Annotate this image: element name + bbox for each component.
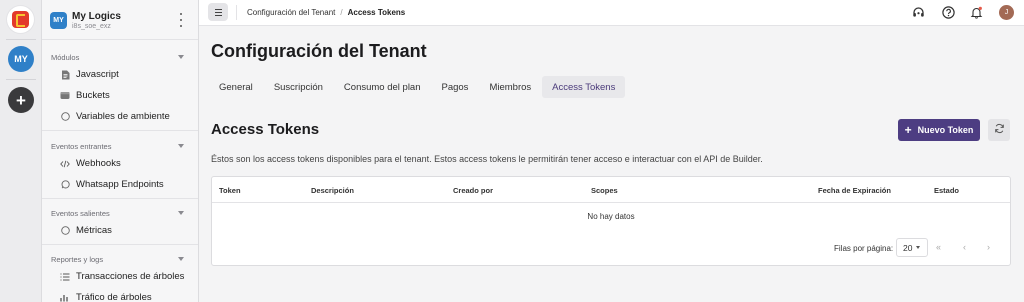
breadcrumb: Configuración del Tenant / Access Tokens xyxy=(247,8,405,17)
sidebar-item-webhooks[interactable]: Webhooks xyxy=(42,153,198,174)
workspace-name: My Logics xyxy=(72,11,121,22)
sidebar-item-transacciones[interactable]: Transacciones de árboles xyxy=(42,266,198,287)
column-header-fecha-expiracion[interactable]: Fecha de Expiración xyxy=(818,186,891,195)
breadcrumb-separator: / xyxy=(340,8,343,17)
sidebar-section-reportes: Reportes y logs Transacciones de árboles… xyxy=(42,252,198,302)
chart-icon xyxy=(60,293,70,302)
column-header-token[interactable]: Token xyxy=(219,186,241,195)
sidebar-item-label: Variables de ambiente xyxy=(76,111,170,122)
tab-bar: General Suscripción Consumo del plan Pag… xyxy=(209,76,626,98)
sidebar-item-label: Whatsapp Endpoints xyxy=(76,179,164,190)
user-avatar[interactable]: J xyxy=(999,5,1014,20)
bucket-icon xyxy=(60,91,70,101)
new-token-label: Nuevo Token xyxy=(917,125,974,135)
sidebar-section-eventos-entrantes: Eventos entrantes Webhooks Whatsapp Endp… xyxy=(42,139,198,201)
tab-miembros[interactable]: Miembros xyxy=(479,76,541,98)
section-title: Módulos xyxy=(51,52,80,62)
bell-icon[interactable] xyxy=(970,6,983,19)
section-title: Eventos entrantes xyxy=(51,141,112,151)
breadcrumb-current: Access Tokens xyxy=(347,8,406,17)
tab-general[interactable]: General xyxy=(209,76,263,98)
sidebar-section-header[interactable]: Módulos xyxy=(42,50,198,64)
whatsapp-icon xyxy=(60,180,70,190)
chevron-down-icon xyxy=(178,144,184,148)
workspace-header[interactable]: MY My Logics i8s_soe_exz xyxy=(42,0,198,40)
chevron-down-icon xyxy=(178,211,184,215)
refresh-icon xyxy=(994,123,1005,137)
sidebar-item-trafico[interactable]: Tráfico de árboles xyxy=(42,287,198,302)
section-title: Reportes y logs xyxy=(51,254,104,264)
rows-per-page-value: 20 xyxy=(903,242,913,253)
column-header-creado-por[interactable]: Creado por xyxy=(453,186,493,195)
plus-icon: + xyxy=(904,123,912,137)
breadcrumb-parent[interactable]: Configuración del Tenant xyxy=(247,8,335,17)
support-headset-icon[interactable] xyxy=(912,6,925,19)
tab-pagos[interactable]: Pagos xyxy=(432,76,479,98)
add-workspace-button[interactable]: + xyxy=(8,87,34,113)
chevron-down-icon xyxy=(178,257,184,261)
sidebar-item-label: Métricas xyxy=(76,225,112,236)
first-page-icon[interactable]: « xyxy=(936,242,941,252)
rail-divider xyxy=(6,79,36,80)
sidebar-item-label: Buckets xyxy=(76,90,110,101)
file-icon xyxy=(60,70,70,80)
page-title: Configuración del Tenant xyxy=(211,41,427,61)
refresh-button[interactable] xyxy=(988,119,1010,141)
sidebar-section-header[interactable]: Reportes y logs xyxy=(42,252,198,266)
column-header-scopes[interactable]: Scopes xyxy=(591,186,618,195)
rows-per-page-label: Filas por página: xyxy=(834,244,894,253)
rail-workspace-avatar[interactable]: MY xyxy=(8,46,34,72)
help-icon[interactable] xyxy=(942,6,955,19)
column-header-descripcion[interactable]: Descripción xyxy=(311,186,354,195)
sidebar-item-metricas[interactable]: Métricas xyxy=(42,220,198,241)
sidebar-item-label: Javascript xyxy=(76,69,119,80)
sidebar-section-header[interactable]: Eventos entrantes xyxy=(42,139,198,153)
previous-page-icon[interactable]: ‹ xyxy=(963,242,966,252)
table-pagination: Filas por página: 20 « ‹ › xyxy=(212,235,1010,261)
sidebar-section-header[interactable]: Eventos salientes xyxy=(42,206,198,220)
table-header: Token Descripción Creado por Scopes Fech… xyxy=(212,177,1010,203)
tab-consumo-del-plan[interactable]: Consumo del plan xyxy=(334,76,431,98)
list-icon xyxy=(60,272,70,282)
hamburger-menu-icon[interactable] xyxy=(208,3,228,21)
new-token-button[interactable]: + Nuevo Token xyxy=(898,119,980,141)
column-header-estado[interactable]: Estado xyxy=(934,186,959,195)
sidebar-item-variables[interactable]: Variables de ambiente xyxy=(42,106,198,127)
main-content: Configuración del Tenant General Suscrip… xyxy=(199,26,1024,302)
sidebar-item-buckets[interactable]: Buckets xyxy=(42,85,198,106)
workspace-avatar: MY xyxy=(50,12,67,29)
sidebar-item-label: Webhooks xyxy=(76,158,121,169)
tab-access-tokens[interactable]: Access Tokens xyxy=(542,76,626,98)
sidebar-item-label: Tráfico de árboles xyxy=(76,292,152,302)
sidebar-section-modulos: Módulos Javascript Buckets Variables de … xyxy=(42,50,198,133)
sidebar-item-javascript[interactable]: Javascript xyxy=(42,64,198,85)
divider xyxy=(42,198,198,199)
sidebar: MY My Logics i8s_soe_exz Módulos Javascr… xyxy=(42,0,199,302)
kebab-menu-icon[interactable] xyxy=(179,13,183,27)
chevron-down-icon xyxy=(916,246,921,249)
divider xyxy=(42,130,198,131)
empty-state: No hay datos xyxy=(587,211,635,221)
divider xyxy=(42,244,198,245)
circle-icon xyxy=(60,112,70,122)
tab-suscripcion[interactable]: Suscripción xyxy=(264,76,333,98)
rail-divider xyxy=(6,39,36,40)
workspace-id: i8s_soe_exz xyxy=(72,23,111,30)
rows-per-page-select[interactable]: 20 xyxy=(896,238,928,257)
sidebar-section-eventos-salientes: Eventos salientes Métricas xyxy=(42,206,198,247)
divider xyxy=(236,5,237,20)
app-rail: MY + xyxy=(0,0,42,302)
circle-icon xyxy=(60,226,70,236)
sidebar-item-label: Transacciones de árboles xyxy=(76,271,185,282)
code-icon xyxy=(60,159,70,169)
tokens-table: Token Descripción Creado por Scopes Fech… xyxy=(211,176,1011,266)
sidebar-item-whatsapp-endpoints[interactable]: Whatsapp Endpoints xyxy=(42,174,198,195)
chevron-down-icon xyxy=(178,55,184,59)
next-page-icon[interactable]: › xyxy=(987,242,990,252)
section-title: Eventos salientes xyxy=(51,208,110,218)
top-bar: Configuración del Tenant / Access Tokens J xyxy=(199,0,1024,26)
app-logo[interactable] xyxy=(7,6,34,33)
section-description: Éstos son los access tokens disponibles … xyxy=(211,154,763,164)
section-title: Access Tokens xyxy=(211,121,320,138)
